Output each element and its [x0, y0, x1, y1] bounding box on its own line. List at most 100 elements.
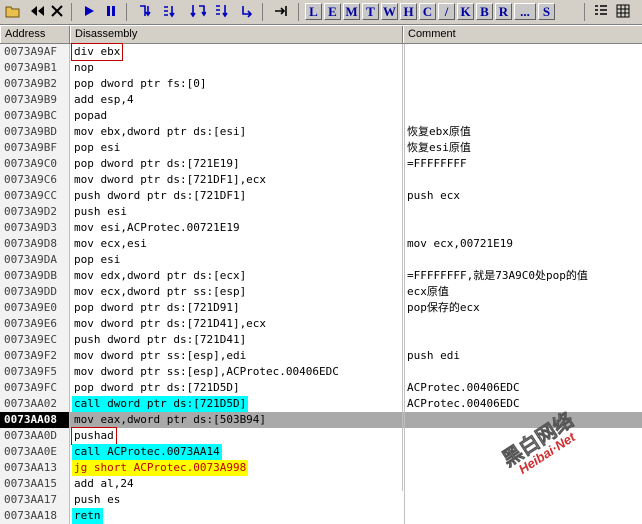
disassembly-cell: retn — [72, 508, 103, 524]
disassembly-cell: push esi — [74, 205, 127, 218]
comment-cell — [404, 492, 642, 508]
disassembly-cell: add al,24 — [74, 477, 134, 490]
table-row[interactable]: 0073AA0E call ACProtec.0073AA14 — [0, 444, 642, 460]
rewind-icon[interactable] — [28, 2, 46, 20]
address-cell: 0073A9DD — [0, 284, 70, 300]
disassembly-cell: mov dword ptr ds:[721DF1],ecx — [74, 173, 267, 186]
address-cell: 0073A9BF — [0, 140, 70, 156]
comment-cell: ecx原值 — [404, 284, 642, 300]
table-row[interactable]: 0073A9B2 pop dword ptr fs:[0] — [0, 76, 642, 92]
table-row[interactable]: 0073A9BC popad — [0, 108, 642, 124]
toolbar-run-trace-button[interactable]: ... — [514, 3, 536, 20]
comment-column-header[interactable]: Comment — [403, 26, 642, 43]
table-row[interactable]: 0073A9DA pop esi — [0, 252, 642, 268]
table-row[interactable]: 0073A9BF pop esi 恢复esi原值 — [0, 140, 642, 156]
comment-cell: =FFFFFFFF — [404, 156, 642, 172]
pause-icon[interactable] — [102, 2, 120, 20]
toolbar-call-stack-button[interactable]: K — [457, 3, 474, 20]
comment-cell — [404, 44, 642, 60]
table-row[interactable]: 0073A9C6 mov dword ptr ds:[721DF1],ecx — [0, 172, 642, 188]
address-cell: 0073AA17 — [0, 492, 70, 508]
run-icon[interactable] — [80, 2, 98, 20]
execute-till-return-icon[interactable] — [238, 2, 256, 20]
disassembly-cell: div ebx — [70, 43, 124, 61]
open-folder-icon[interactable] — [4, 2, 22, 20]
toolbar-memory-map-button[interactable]: M — [343, 3, 360, 20]
table-row[interactable]: 0073A9F2 mov dword ptr ss:[esp],edi push e… — [0, 348, 642, 364]
table-row[interactable]: 0073AA17 push es — [0, 492, 642, 508]
table-row[interactable]: 0073A9D3 mov esi,ACProtec.00721E19 — [0, 220, 642, 236]
address-cell: 0073AA0D — [0, 428, 70, 444]
step-into-icon[interactable] — [136, 2, 156, 20]
toolbar-windows-button[interactable]: W — [381, 3, 398, 20]
comment-cell: mov ecx,00721E19 — [404, 236, 642, 252]
toolbar-separator — [298, 3, 299, 21]
table-row[interactable]: 0073AA0D pushad — [0, 427, 642, 445]
table-row[interactable]: 0073A9EC push dword ptr ds:[721D41] — [0, 332, 642, 348]
table-row[interactable]: 0073A9E0 pop dword ptr ds:[721D91] pop保存的e… — [0, 300, 642, 316]
step-over-icon[interactable] — [160, 2, 180, 20]
toolbar-log-button[interactable]: L — [305, 3, 322, 20]
list-icon[interactable] — [592, 2, 610, 20]
table-row[interactable]: 0073AA02 call dword ptr ds:[721D5D] ACProt… — [0, 396, 642, 412]
table-row[interactable]: 0073A9DD mov ecx,dword ptr ss:[esp] ecx原值 — [0, 284, 642, 300]
table-row[interactable]: 0073A9C0 pop dword ptr ds:[721E19] =FFFFFF… — [0, 156, 642, 172]
table-row[interactable]: 0073AA08 mov eax,dword ptr ds:[503B94] — [0, 412, 642, 428]
table-row[interactable]: 0073A9DB mov edx,dword ptr ds:[ecx] =FFFFF… — [0, 268, 642, 284]
table-row[interactable]: 0073A9FC pop dword ptr ds:[721D5D] ACProte… — [0, 380, 642, 396]
disassembly-column-header[interactable]: Disassembly — [70, 26, 403, 43]
comment-cell: push ecx — [404, 188, 642, 204]
toolbar-handles-button[interactable]: H — [400, 3, 417, 20]
address-column-header[interactable]: Address — [0, 26, 70, 43]
table-row[interactable]: 0073A9F5 mov dword ptr ss:[esp],ACProtec.… — [0, 364, 642, 380]
trace-over-icon[interactable] — [212, 2, 232, 20]
toolbar-breakpoints-button[interactable]: B — [476, 3, 493, 20]
goto-origin-icon[interactable] — [272, 2, 290, 20]
disassembly-cell: mov ebx,dword ptr ds:[esi] — [74, 125, 247, 138]
grid-icon[interactable] — [614, 2, 632, 20]
address-cell: 0073A9EC — [0, 332, 70, 348]
table-row[interactable]: 0073A9BD mov ebx,dword ptr ds:[esi] 恢复ebx原… — [0, 124, 642, 140]
table-row[interactable]: 0073A9E6 mov dword ptr ds:[721D41],ecx — [0, 316, 642, 332]
toolbar-executable-modules-button[interactable]: E — [324, 3, 341, 20]
toolbar-separator — [71, 3, 72, 21]
table-row[interactable]: 0073AA15 add al,24 — [0, 476, 642, 492]
disassembly-cell: pop esi — [74, 253, 121, 266]
table-row[interactable]: 0073A9B1 nop — [0, 60, 642, 76]
table-row[interactable]: 0073A9AF div ebx — [0, 43, 642, 61]
trace-into-icon[interactable] — [188, 2, 208, 20]
disassembly-cell: pop dword ptr ds:[721D91] — [74, 301, 240, 314]
address-cell: 0073A9F5 — [0, 364, 70, 380]
address-cell: 0073A9B1 — [0, 60, 70, 76]
address-cell: 0073A9E6 — [0, 316, 70, 332]
table-row[interactable]: 0073A9D2 push esi — [0, 204, 642, 220]
disassembly-listing[interactable]: 0073A9AF div ebx 0073A9B1 nop 0073A9B2 pop dw… — [0, 43, 642, 524]
address-cell: 0073A9B9 — [0, 92, 70, 108]
disassembly-cell: pop dword ptr ds:[721E19] — [74, 157, 240, 170]
table-row[interactable]: 0073A9D8 mov ecx,esi mov ecx,00721E19 — [0, 236, 642, 252]
disassembly-cell: call ACProtec.0073AA14 — [72, 444, 222, 460]
disassembly-cell: popad — [74, 109, 108, 122]
toolbar-separator — [126, 3, 127, 21]
close-icon[interactable] — [48, 2, 66, 20]
disassembly-cell: pop dword ptr fs:[0] — [74, 77, 207, 90]
comment-cell — [404, 60, 642, 76]
table-row[interactable]: 0073AA13 jg short ACProtec.0073A998 — [0, 460, 642, 476]
comment-cell — [404, 332, 642, 348]
address-cell: 0073A9D3 — [0, 220, 70, 236]
toolbar-cpu-button[interactable]: C — [419, 3, 436, 20]
address-cell: 0073A9DA — [0, 252, 70, 268]
disassembly-cell: call dword ptr ds:[721D5D] — [72, 396, 249, 412]
table-row[interactable]: 0073A9CC push dword ptr ds:[721DF1] push e… — [0, 188, 642, 204]
toolbar-patches-button[interactable]: / — [438, 3, 455, 20]
address-cell: 0073A9AF — [0, 44, 70, 60]
toolbar-references-button[interactable]: R — [495, 3, 512, 20]
address-cell: 0073AA08 — [0, 412, 70, 428]
toolbar-threads-button[interactable]: T — [362, 3, 379, 20]
disassembly-cell: mov ecx,esi — [74, 237, 147, 250]
comment-cell — [404, 508, 642, 524]
comment-cell — [404, 172, 642, 188]
toolbar-source-button[interactable]: S — [538, 3, 555, 20]
table-row[interactable]: 0073A9B9 add esp,4 — [0, 92, 642, 108]
table-row[interactable]: 0073AA18 retn — [0, 508, 642, 524]
